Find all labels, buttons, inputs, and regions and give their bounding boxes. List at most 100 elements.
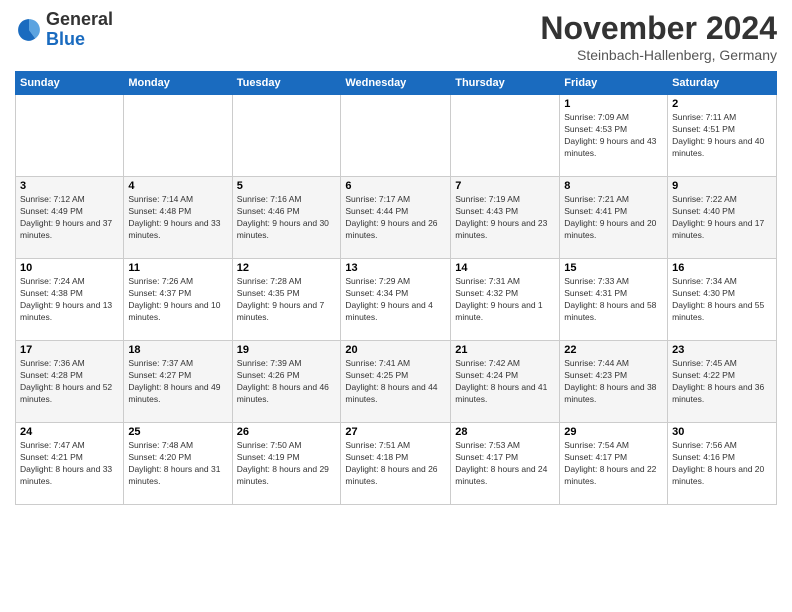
day-number: 4 bbox=[128, 180, 227, 192]
calendar-cell: 9 Sunrise: 7:22 AMSunset: 4:40 PMDaylight… bbox=[668, 177, 777, 259]
page: General Blue November 2024 Steinbach-Hal… bbox=[0, 0, 792, 612]
calendar-cell: 22 Sunrise: 7:44 AMSunset: 4:23 PMDayligh… bbox=[560, 341, 668, 423]
calendar-week: 24 Sunrise: 7:47 AMSunset: 4:21 PMDayligh… bbox=[16, 423, 777, 505]
day-number: 8 bbox=[564, 180, 663, 192]
day-number: 25 bbox=[128, 426, 227, 438]
calendar-cell: 29 Sunrise: 7:54 AMSunset: 4:17 PMDayligh… bbox=[560, 423, 668, 505]
calendar-week: 10Sunrise: 7:24 AMSunset: 4:38 PMDayligh… bbox=[16, 259, 777, 341]
day-number: 19 bbox=[237, 344, 337, 356]
calendar-cell bbox=[16, 95, 124, 177]
calendar-cell: 6 Sunrise: 7:17 AMSunset: 4:44 PMDaylight… bbox=[341, 177, 451, 259]
day-number: 27 bbox=[345, 426, 446, 438]
calendar-cell: 5Sunrise: 7:16 AMSunset: 4:46 PMDaylight… bbox=[232, 177, 341, 259]
day-number: 3 bbox=[20, 180, 119, 192]
calendar-week: 3 Sunrise: 7:12 AMSunset: 4:49 PMDaylight… bbox=[16, 177, 777, 259]
calendar-cell: 4 Sunrise: 7:14 AMSunset: 4:48 PMDaylight… bbox=[124, 177, 232, 259]
day-number: 18 bbox=[128, 344, 227, 356]
day-info: Sunrise: 7:26 AMSunset: 4:37 PMDaylight:… bbox=[128, 276, 227, 324]
day-info: Sunrise: 7:48 AMSunset: 4:20 PMDaylight:… bbox=[128, 440, 227, 488]
day-of-week-header: Saturday bbox=[668, 72, 777, 95]
month-title: November 2024 bbox=[540, 10, 777, 47]
day-number: 1 bbox=[564, 98, 663, 110]
day-info: Sunrise: 7:11 AMSunset: 4:51 PMDaylight:… bbox=[672, 112, 772, 160]
day-number: 11 bbox=[128, 262, 227, 274]
day-info: Sunrise: 7:47 AMSunset: 4:21 PMDaylight:… bbox=[20, 440, 119, 488]
day-info: Sunrise: 7:33 AMSunset: 4:31 PMDaylight:… bbox=[564, 276, 663, 324]
calendar-cell: 20 Sunrise: 7:41 AMSunset: 4:25 PMDayligh… bbox=[341, 341, 451, 423]
calendar-cell: 15 Sunrise: 7:33 AMSunset: 4:31 PMDayligh… bbox=[560, 259, 668, 341]
day-info: Sunrise: 7:51 AMSunset: 4:18 PMDaylight:… bbox=[345, 440, 446, 488]
logo-blue: Blue bbox=[46, 29, 85, 49]
day-info: Sunrise: 7:45 AMSunset: 4:22 PMDaylight:… bbox=[672, 358, 772, 406]
days-row: SundayMondayTuesdayWednesdayThursdayFrid… bbox=[16, 72, 777, 95]
calendar-cell: 28 Sunrise: 7:53 AMSunset: 4:17 PMDayligh… bbox=[451, 423, 560, 505]
calendar-cell bbox=[124, 95, 232, 177]
calendar-cell: 18 Sunrise: 7:37 AMSunset: 4:27 PMDayligh… bbox=[124, 341, 232, 423]
day-info: Sunrise: 7:53 AMSunset: 4:17 PMDaylight:… bbox=[455, 440, 555, 488]
day-info: Sunrise: 7:39 AMSunset: 4:26 PMDaylight:… bbox=[237, 358, 337, 406]
calendar-cell: 2 Sunrise: 7:11 AMSunset: 4:51 PMDaylight… bbox=[668, 95, 777, 177]
day-number: 7 bbox=[455, 180, 555, 192]
day-number: 10 bbox=[20, 262, 119, 274]
day-info: Sunrise: 7:14 AMSunset: 4:48 PMDaylight:… bbox=[128, 194, 227, 242]
day-info: Sunrise: 7:17 AMSunset: 4:44 PMDaylight:… bbox=[345, 194, 446, 242]
calendar-cell: 23 Sunrise: 7:45 AMSunset: 4:22 PMDayligh… bbox=[668, 341, 777, 423]
day-info: Sunrise: 7:21 AMSunset: 4:41 PMDaylight:… bbox=[564, 194, 663, 242]
calendar-cell: 24 Sunrise: 7:47 AMSunset: 4:21 PMDayligh… bbox=[16, 423, 124, 505]
day-of-week-header: Wednesday bbox=[341, 72, 451, 95]
calendar-cell: 19 Sunrise: 7:39 AMSunset: 4:26 PMDayligh… bbox=[232, 341, 341, 423]
calendar-cell: 21Sunrise: 7:42 AMSunset: 4:24 PMDayligh… bbox=[451, 341, 560, 423]
day-number: 15 bbox=[564, 262, 663, 274]
day-number: 12 bbox=[237, 262, 337, 274]
day-number: 24 bbox=[20, 426, 119, 438]
day-number: 29 bbox=[564, 426, 663, 438]
calendar-cell: 30 Sunrise: 7:56 AMSunset: 4:16 PMDayligh… bbox=[668, 423, 777, 505]
day-info: Sunrise: 7:28 AMSunset: 4:35 PMDaylight:… bbox=[237, 276, 337, 324]
day-info: Sunrise: 7:09 AMSunset: 4:53 PMDaylight:… bbox=[564, 112, 663, 160]
day-info: Sunrise: 7:50 AMSunset: 4:19 PMDaylight:… bbox=[237, 440, 337, 488]
day-info: Sunrise: 7:22 AMSunset: 4:40 PMDaylight:… bbox=[672, 194, 772, 242]
day-info: Sunrise: 7:41 AMSunset: 4:25 PMDaylight:… bbox=[345, 358, 446, 406]
calendar-cell: 3 Sunrise: 7:12 AMSunset: 4:49 PMDaylight… bbox=[16, 177, 124, 259]
day-of-week-header: Sunday bbox=[16, 72, 124, 95]
day-number: 9 bbox=[672, 180, 772, 192]
day-info: Sunrise: 7:29 AMSunset: 4:34 PMDaylight:… bbox=[345, 276, 446, 324]
calendar-cell: 27 Sunrise: 7:51 AMSunset: 4:18 PMDayligh… bbox=[341, 423, 451, 505]
day-of-week-header: Thursday bbox=[451, 72, 560, 95]
calendar-cell bbox=[232, 95, 341, 177]
calendar-cell: 25 Sunrise: 7:48 AMSunset: 4:20 PMDayligh… bbox=[124, 423, 232, 505]
day-info: Sunrise: 7:37 AMSunset: 4:27 PMDaylight:… bbox=[128, 358, 227, 406]
day-number: 6 bbox=[345, 180, 446, 192]
day-number: 23 bbox=[672, 344, 772, 356]
calendar-cell bbox=[341, 95, 451, 177]
logo-text: General Blue bbox=[46, 10, 113, 50]
day-info: Sunrise: 7:56 AMSunset: 4:16 PMDaylight:… bbox=[672, 440, 772, 488]
day-info: Sunrise: 7:36 AMSunset: 4:28 PMDaylight:… bbox=[20, 358, 119, 406]
day-info: Sunrise: 7:16 AMSunset: 4:46 PMDaylight:… bbox=[237, 194, 337, 242]
day-of-week-header: Tuesday bbox=[232, 72, 341, 95]
logo: General Blue bbox=[15, 10, 113, 50]
day-number: 28 bbox=[455, 426, 555, 438]
day-number: 26 bbox=[237, 426, 337, 438]
location: Steinbach-Hallenberg, Germany bbox=[540, 47, 777, 63]
day-number: 2 bbox=[672, 98, 772, 110]
calendar-cell: 13 Sunrise: 7:29 AMSunset: 4:34 PMDayligh… bbox=[341, 259, 451, 341]
day-number: 17 bbox=[20, 344, 119, 356]
calendar-cell: 26 Sunrise: 7:50 AMSunset: 4:19 PMDayligh… bbox=[232, 423, 341, 505]
day-number: 20 bbox=[345, 344, 446, 356]
day-info: Sunrise: 7:31 AMSunset: 4:32 PMDaylight:… bbox=[455, 276, 555, 324]
calendar-body: 1 Sunrise: 7:09 AMSunset: 4:53 PMDaylight… bbox=[16, 95, 777, 505]
day-number: 30 bbox=[672, 426, 772, 438]
day-info: Sunrise: 7:44 AMSunset: 4:23 PMDaylight:… bbox=[564, 358, 663, 406]
day-number: 13 bbox=[345, 262, 446, 274]
calendar-cell: 8 Sunrise: 7:21 AMSunset: 4:41 PMDaylight… bbox=[560, 177, 668, 259]
day-number: 22 bbox=[564, 344, 663, 356]
day-info: Sunrise: 7:12 AMSunset: 4:49 PMDaylight:… bbox=[20, 194, 119, 242]
calendar-week: 1 Sunrise: 7:09 AMSunset: 4:53 PMDaylight… bbox=[16, 95, 777, 177]
calendar-cell: 11 Sunrise: 7:26 AMSunset: 4:37 PMDayligh… bbox=[124, 259, 232, 341]
day-info: Sunrise: 7:34 AMSunset: 4:30 PMDaylight:… bbox=[672, 276, 772, 324]
day-info: Sunrise: 7:42 AMSunset: 4:24 PMDaylight:… bbox=[455, 358, 555, 406]
calendar-cell: 7Sunrise: 7:19 AMSunset: 4:43 PMDaylight… bbox=[451, 177, 560, 259]
day-info: Sunrise: 7:54 AMSunset: 4:17 PMDaylight:… bbox=[564, 440, 663, 488]
calendar-cell: 1 Sunrise: 7:09 AMSunset: 4:53 PMDaylight… bbox=[560, 95, 668, 177]
